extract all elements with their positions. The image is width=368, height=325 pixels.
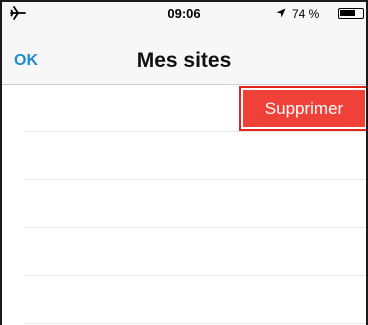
battery-level-fill (340, 10, 355, 16)
list-item[interactable] (2, 180, 366, 228)
list-item[interactable] (2, 132, 366, 180)
status-bar: 09:06 74 % (2, 2, 366, 24)
row-divider (24, 323, 366, 324)
battery-percentage: 74 % (292, 7, 320, 21)
page-title: Mes sites (136, 49, 232, 72)
navigation-header: 09:06 74 % OK Mes sites (2, 2, 366, 85)
phone-screen: 09:06 74 % OK Mes sites Supprimer (0, 0, 368, 325)
list-item[interactable] (2, 276, 366, 324)
battery-icon (338, 8, 364, 19)
location-arrow-icon (276, 8, 286, 18)
list-item[interactable]: Supprimer (2, 84, 366, 132)
list-item[interactable] (2, 228, 366, 276)
delete-button[interactable]: Supprimer (239, 86, 366, 131)
